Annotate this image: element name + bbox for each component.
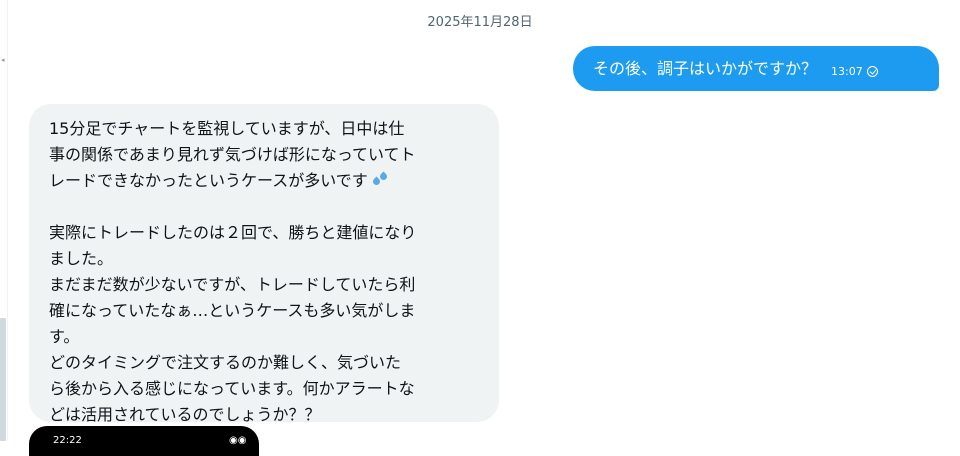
message-line: ました。 <box>49 249 114 268</box>
message-line: どは活用されているのでしょうか？？ <box>49 405 321 424</box>
sent-message-text: その後、調子はいかがですか？ <box>593 58 818 78</box>
message-line: まだまだ数が少ないですが、トレードしていたら利 <box>49 275 416 294</box>
received-message-bubble[interactable]: 15分足でチャートを監視していますが、日中は仕 事の関係であまり見れず気づけば形… <box>29 104 499 424</box>
message-meta: 13:07 <box>831 65 878 78</box>
collapse-arrow-icon[interactable]: ◂ <box>1 57 5 64</box>
left-rail: ◂ <box>0 0 8 441</box>
message-line: 事の関係であまり見れず気づけば形になっていてト <box>49 145 416 164</box>
message-line: 15分足でチャートを監視していますが、日中は仕 <box>49 119 405 138</box>
next-message-bubble[interactable]: 22:22 ◉◉ <box>29 426 259 456</box>
message-line <box>49 194 481 220</box>
date-separator: 2025年11月28日 <box>427 15 533 30</box>
scrollbar-thumb[interactable] <box>0 318 6 441</box>
sweat-droplets-icon <box>371 172 389 188</box>
message-line: ら後から入る感じになっています。何かアラートな <box>49 379 415 398</box>
message-line: どのタイミングで注文するのか難しく、気づいた <box>49 353 402 372</box>
message-line: 実際にトレードしたのは２回で、勝ちと建値になり <box>49 223 417 242</box>
sent-message-bubble[interactable]: その後、調子はいかがですか？ 13:07 <box>573 46 939 91</box>
message-line: 確になっていたなぁ…というケースも多い気がしま <box>49 301 416 320</box>
message-line: す。 <box>49 327 80 346</box>
message-line: レードできなかったというケースが多いです <box>49 168 481 194</box>
message-time: 13:07 <box>831 65 863 78</box>
check-circle-icon <box>866 66 878 77</box>
